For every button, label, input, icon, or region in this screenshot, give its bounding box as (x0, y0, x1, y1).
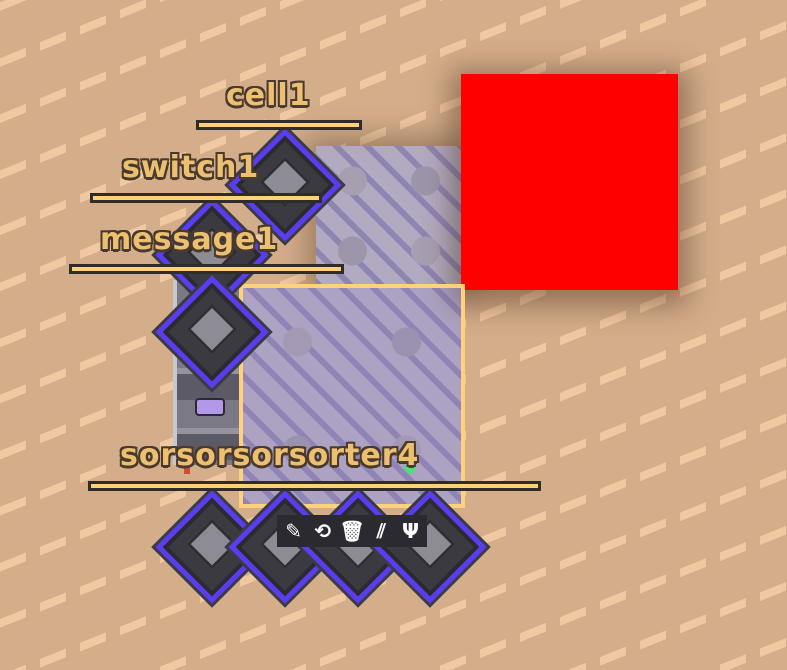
message-label-bar (69, 264, 344, 274)
trident-link-icon[interactable]: Ψ (398, 518, 423, 544)
rotate-icon[interactable]: ⟲ (310, 518, 335, 544)
switch-label-bar (90, 193, 322, 203)
trash-icon[interactable]: 🗑 (339, 518, 364, 544)
switch-label: switch1 (122, 150, 260, 185)
highlight-red-block[interactable] (461, 74, 678, 290)
block-toolbar: ✎ ⟲ 🗑 ⫽ Ψ (277, 515, 427, 547)
pencil-icon[interactable]: ✎ (281, 518, 306, 544)
selection-box (239, 284, 465, 508)
cell-label-bar (196, 120, 362, 130)
face-icon (195, 398, 225, 416)
cell-label: cell1 (226, 78, 311, 113)
disable-links-icon[interactable]: ⫽ (369, 518, 394, 544)
message-label: message1 (100, 222, 279, 257)
sorter-label-bar (88, 481, 541, 491)
sorter-label: sorsorsorsorter4 (120, 438, 420, 473)
